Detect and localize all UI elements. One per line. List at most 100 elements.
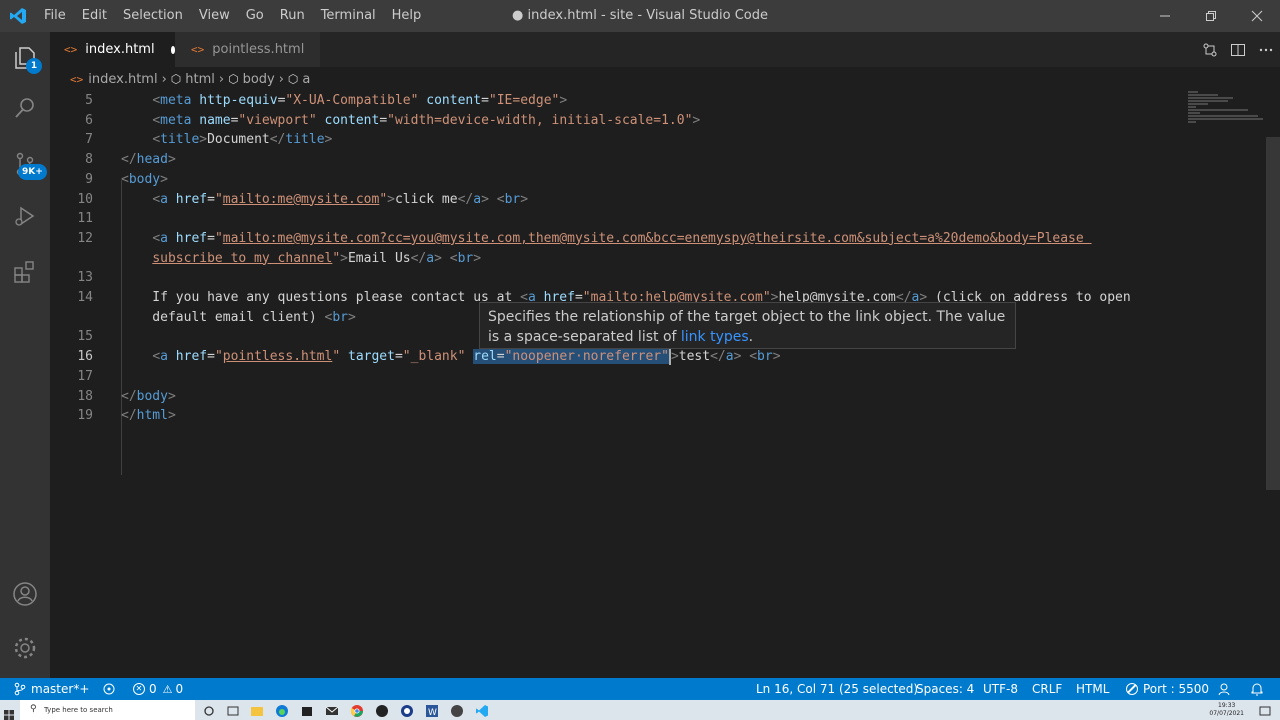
cortana-icon[interactable]: [202, 703, 216, 717]
element-icon: ⬡: [228, 72, 239, 86]
breadcrumb-a[interactable]: a: [302, 72, 310, 87]
code-text: <meta http-equiv="X-UA-Compatible" conte…: [152, 93, 568, 108]
svg-text:W: W: [428, 708, 437, 718]
line-number: 10: [77, 191, 93, 207]
branch-name: master*+: [31, 682, 90, 696]
steam-icon[interactable]: [450, 703, 464, 717]
extensions-icon[interactable]: [0, 248, 50, 296]
edge-browser-icon[interactable]: [275, 703, 289, 717]
code-line: 11: [50, 209, 1280, 229]
live-server-status[interactable]: Port : 5500: [1126, 678, 1209, 700]
line-number: 15: [77, 329, 93, 345]
search-icon: ⚲: [30, 704, 37, 714]
link-types-link[interactable]: link types: [681, 329, 749, 345]
minimap[interactable]: [1188, 91, 1268, 131]
clock-time: 19:33: [1218, 702, 1236, 709]
notifications-bell-icon[interactable]: [1250, 678, 1264, 700]
chrome-icon[interactable]: [350, 703, 364, 717]
language-mode[interactable]: HTML: [1076, 678, 1109, 700]
run-debug-icon[interactable]: [0, 192, 50, 240]
tab-label: pointless.html: [212, 42, 305, 57]
browser-icon[interactable]: [400, 703, 414, 717]
accounts-icon[interactable]: [0, 570, 50, 618]
menu-bar: File Edit Selection View Go Run Terminal…: [36, 0, 429, 32]
taskbar-search-placeholder: Type here to search: [44, 706, 113, 714]
menu-run[interactable]: Run: [272, 0, 313, 32]
sync-icon[interactable]: [102, 678, 116, 700]
window-controls: [1142, 0, 1280, 32]
error-count: 0: [149, 682, 157, 696]
minimize-icon[interactable]: [1142, 0, 1188, 32]
explorer-badge: 1: [26, 58, 42, 74]
restore-icon[interactable]: [1188, 0, 1234, 32]
end-of-line[interactable]: CRLF: [1032, 678, 1062, 700]
code-line: 8 </head>: [50, 150, 1280, 170]
element-icon: ⬡: [287, 72, 299, 86]
breadcrumb-html[interactable]: html: [185, 72, 215, 87]
windows-start-icon[interactable]: [4, 705, 14, 720]
code-text: </head>: [121, 152, 176, 168]
cursor-position[interactable]: Ln 16, Col 71 (25 selected): [756, 678, 918, 700]
mail-icon[interactable]: [325, 703, 339, 717]
settings-gear-icon[interactable]: [0, 624, 50, 672]
code-text: </html>: [121, 408, 176, 424]
code-line: 5 <meta http-equiv="X-UA-Compatible" con…: [50, 91, 1280, 111]
vertical-scrollbar[interactable]: [1266, 137, 1280, 490]
branch-status[interactable]: master*+: [14, 678, 89, 700]
line-number: 18: [77, 388, 93, 404]
file-explorer-icon[interactable]: [250, 703, 264, 717]
breadcrumb-file[interactable]: index.html: [88, 72, 157, 87]
breadcrumb-body[interactable]: body: [243, 72, 275, 87]
html-file-icon: <>: [191, 43, 205, 56]
chevron-right-icon: ›: [278, 71, 284, 87]
task-view-icon[interactable]: [226, 703, 240, 717]
hover-tooltip: Specifies the relationship of the target…: [479, 302, 1016, 349]
tab-pointless-html[interactable]: <> pointless.html: [175, 32, 320, 67]
more-actions-icon[interactable]: [1252, 32, 1280, 67]
tab-index-html[interactable]: <> index.html: [50, 32, 175, 67]
activity-bar: 1 9K+: [0, 32, 50, 678]
line-number: 6: [85, 112, 93, 128]
github-icon[interactable]: [375, 703, 389, 717]
explorer-icon[interactable]: 1: [0, 34, 50, 82]
open-changes-icon[interactable]: [1196, 32, 1224, 67]
code-text: <meta name="viewport" content="width=dev…: [152, 112, 701, 128]
html-file-icon: <>: [70, 72, 84, 86]
menu-terminal[interactable]: Terminal: [313, 0, 384, 32]
line-number: 11: [77, 211, 93, 227]
code-line-current: 16 <a href="pointless.html" target="_bla…: [50, 347, 1280, 367]
problems-status[interactable]: ✕ 0 ⚠ 0: [133, 678, 183, 700]
menu-view[interactable]: View: [191, 0, 238, 32]
code-editor[interactable]: 5 <meta http-equiv="X-UA-Compatible" con…: [50, 91, 1280, 678]
menu-go[interactable]: Go: [238, 0, 272, 32]
chevron-right-icon: ›: [161, 71, 167, 87]
vscode-taskbar-icon[interactable]: [475, 703, 489, 717]
source-control-icon[interactable]: 9K+: [0, 140, 50, 188]
code-line: 9 <body>: [50, 170, 1280, 190]
feedback-icon[interactable]: [1218, 678, 1232, 700]
warning-icon: ⚠: [162, 682, 173, 696]
encoding[interactable]: UTF-8: [983, 678, 1018, 700]
tab-label: index.html: [85, 42, 155, 57]
close-icon[interactable]: [1234, 0, 1280, 32]
code-text: </body>: [121, 388, 176, 404]
action-center-icon[interactable]: [1258, 703, 1272, 717]
line-number: 19: [77, 408, 93, 424]
vscode-logo-icon: [0, 0, 36, 32]
no-entry-icon: [1126, 683, 1138, 695]
code-text: default email client) <br>: [121, 309, 356, 325]
menu-selection[interactable]: Selection: [115, 0, 191, 32]
taskbar-clock[interactable]: 19:33 07/07/2021: [1209, 702, 1244, 718]
menu-edit[interactable]: Edit: [74, 0, 115, 32]
indentation[interactable]: Spaces: 4: [916, 678, 974, 700]
store-icon[interactable]: [300, 703, 314, 717]
menu-help[interactable]: Help: [384, 0, 430, 32]
source-control-badge: 9K+: [18, 164, 47, 180]
search-icon[interactable]: [0, 84, 50, 132]
git-branch-icon: [14, 682, 26, 696]
word-icon[interactable]: W: [425, 703, 439, 718]
split-editor-icon[interactable]: [1224, 32, 1252, 67]
menu-file[interactable]: File: [36, 0, 74, 32]
taskbar-search-box[interactable]: ⚲ Type here to search: [20, 700, 195, 720]
code-line: 18 </body>: [50, 387, 1280, 407]
